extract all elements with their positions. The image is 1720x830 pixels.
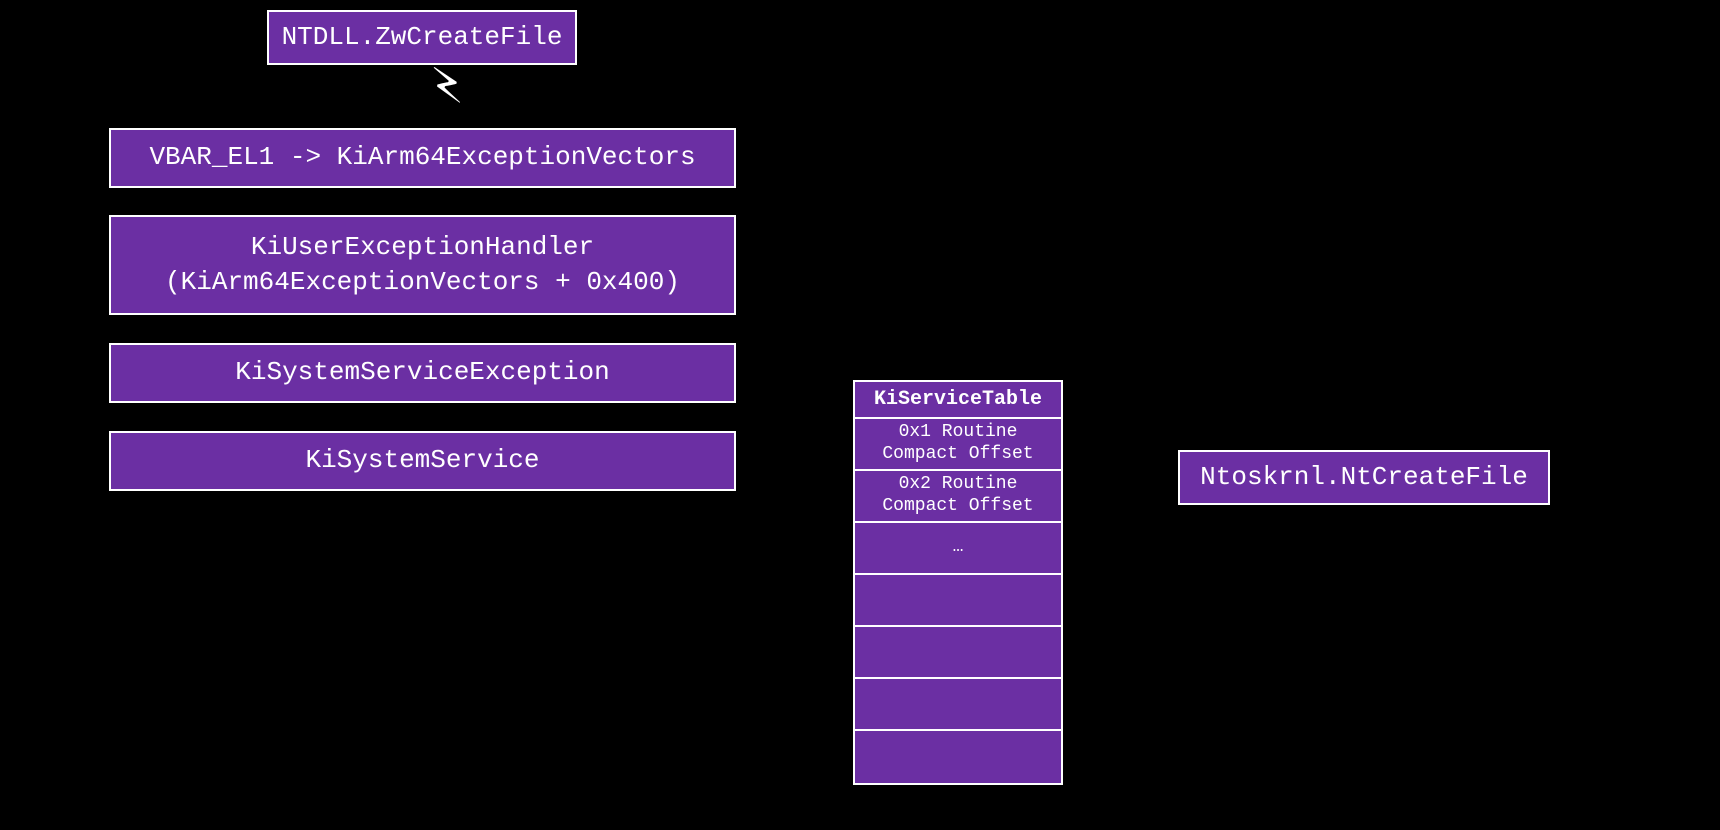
vbar-label: VBAR_EL1 -> KiArm64ExceptionVectors [149,140,695,175]
ntdll-box: NTDLL.ZwCreateFile [267,10,577,65]
ntoskrnl-label: Ntoskrnl.NtCreateFile [1200,460,1528,495]
kisse-box: KiSystemServiceException [109,343,736,403]
kiservicetable: KiServiceTable 0x1 Routine Compact Offse… [853,380,1063,785]
table-cell: 0x2 Routine Compact Offset [882,474,1033,517]
table-cell: 0x1 Routine Compact Offset [882,422,1033,465]
table-header: KiServiceTable [855,382,1061,419]
bolt-glyph: ⚡ [430,56,464,120]
table-row [855,627,1061,679]
ntdll-label: NTDLL.ZwCreateFile [282,20,563,55]
ntoskrnl-box: Ntoskrnl.NtCreateFile [1178,450,1550,505]
table-header-label: KiServiceTable [874,388,1042,411]
table-row: … [855,523,1061,575]
kiuser-line1: KiUserExceptionHandler [251,230,594,265]
kiss-label: KiSystemService [305,443,539,478]
table-row [855,731,1061,783]
table-row: 0x2 Routine Compact Offset [855,471,1061,523]
kisse-label: KiSystemServiceException [235,355,609,390]
table-row [855,575,1061,627]
lightning-bolt-icon: ⚡ [430,60,464,116]
kiuser-line2: (KiArm64ExceptionVectors + 0x400) [165,265,680,300]
kiss-box: KiSystemService [109,431,736,491]
table-row: 0x1 Routine Compact Offset [855,419,1061,471]
table-row [855,679,1061,731]
vbar-box: VBAR_EL1 -> KiArm64ExceptionVectors [109,128,736,188]
table-cell: … [953,537,964,559]
kiuser-box: KiUserExceptionHandler (KiArm64Exception… [109,215,736,315]
